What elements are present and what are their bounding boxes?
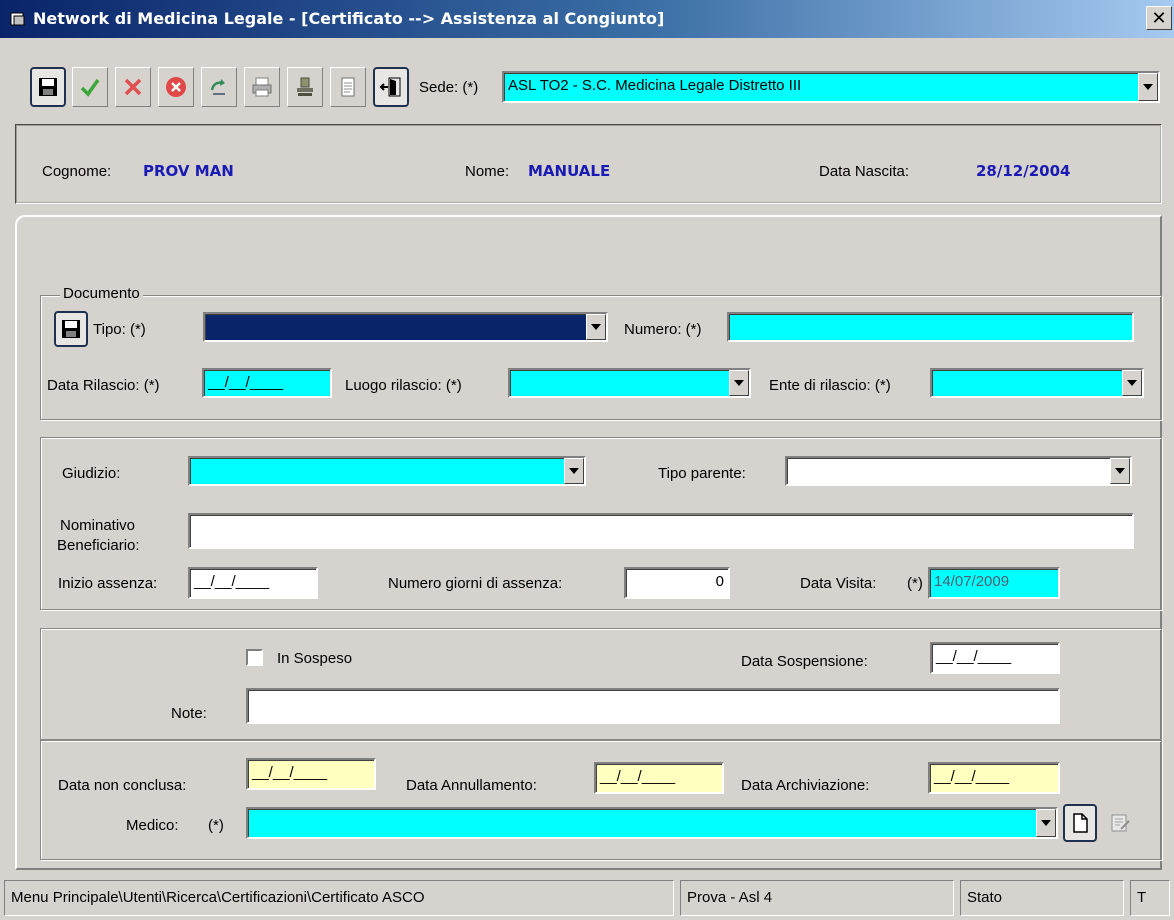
- ente-rilascio-label: Ente di rilascio: (*): [769, 377, 891, 394]
- sede-label: Sede: (*): [419, 79, 479, 96]
- nominativo-label-line2: Beneficiario:: [57, 537, 140, 554]
- refresh-button[interactable]: [201, 67, 237, 107]
- chevron-down-icon[interactable]: [1122, 370, 1142, 396]
- delete-stop-icon: [166, 77, 186, 97]
- save-icon: [39, 78, 57, 96]
- medico-edit-button[interactable]: [1104, 806, 1136, 840]
- confirm-check-icon: [80, 78, 100, 97]
- medico-required: (*): [208, 817, 224, 834]
- document-button[interactable]: [330, 67, 366, 107]
- data-non-conclusa-label: Data non conclusa:: [58, 777, 187, 794]
- nominativo-label-line1: Nominativo: [60, 517, 136, 534]
- delete-button[interactable]: [158, 67, 194, 107]
- giorni-assenza-label: Numero giorni di assenza:: [388, 575, 563, 592]
- edit-document-icon: [1111, 814, 1130, 832]
- exit-door-icon: [379, 77, 401, 97]
- title-bar: Network di Medicina Legale - [Certificat…: [0, 0, 1174, 38]
- cognome-label: Cognome:: [42, 163, 112, 180]
- cognome-value: PROV MAN: [143, 162, 234, 180]
- data-visita-label: Data Visita:: [800, 575, 877, 592]
- data-rilascio-input[interactable]: __/__/____: [202, 368, 332, 398]
- data-rilascio-label: Data Rilascio: (*): [47, 377, 160, 394]
- tipo-parente-label: Tipo parente:: [658, 465, 746, 482]
- nominativo-input[interactable]: [188, 513, 1134, 549]
- tipo-label: Tipo: (*): [93, 321, 146, 338]
- save-icon: [62, 320, 80, 338]
- data-nascita-label: Data Nascita:: [819, 163, 910, 180]
- refresh-icon: [210, 79, 225, 95]
- sede-value: ASL TO2 - S.C. Medicina Legale Distretto…: [508, 77, 802, 94]
- numero-input[interactable]: [727, 312, 1134, 342]
- tipo-select[interactable]: [203, 312, 608, 342]
- print-icon: [252, 77, 272, 97]
- data-visita-input[interactable]: 14/07/2009: [928, 567, 1060, 599]
- luogo-rilascio-select[interactable]: [508, 368, 751, 398]
- status-path: Menu Principale\Utenti\Ricerca\Certifica…: [4, 880, 674, 916]
- data-archiviazione-label: Data Archiviazione:: [741, 777, 870, 794]
- luogo-rilascio-label: Luogo rilascio: (*): [345, 377, 462, 394]
- status-user: Prova - Asl 4: [680, 880, 954, 916]
- giorni-assenza-input[interactable]: 0: [624, 567, 730, 599]
- chevron-down-icon[interactable]: [1110, 458, 1130, 484]
- chevron-down-icon[interactable]: [564, 458, 584, 484]
- chiusura-group: [40, 740, 1162, 860]
- data-annullamento-input[interactable]: __/__/____: [594, 762, 724, 794]
- app-icon: [10, 12, 25, 26]
- nome-value: MANUALE: [528, 162, 611, 180]
- document-icon: [341, 77, 355, 97]
- status-stato: Stato: [960, 880, 1124, 916]
- tipo-parente-select[interactable]: [785, 456, 1132, 486]
- cancel-button[interactable]: [115, 67, 151, 107]
- in-sospeso-label: In Sospeso: [277, 650, 353, 667]
- giudizio-label: Giudizio:: [62, 465, 121, 482]
- in-sospeso-checkbox[interactable]: [246, 649, 263, 666]
- new-document-icon: [1073, 813, 1088, 833]
- save-button[interactable]: [30, 67, 66, 107]
- nominativo-label: Nominativo Beneficiario:: [57, 516, 140, 556]
- note-label: Note:: [171, 705, 207, 722]
- inizio-assenza-input[interactable]: __/__/____: [188, 567, 318, 599]
- chevron-down-icon[interactable]: [1138, 73, 1158, 101]
- data-sospensione-input[interactable]: __/__/____: [930, 642, 1060, 674]
- data-non-conclusa-input[interactable]: __/__/____: [246, 758, 376, 790]
- chevron-down-icon[interactable]: [729, 370, 749, 396]
- data-nascita-value: 28/12/2004: [976, 162, 1071, 180]
- chevron-down-icon[interactable]: [586, 314, 606, 340]
- confirm-button[interactable]: [72, 67, 108, 107]
- data-annullamento-label: Data Annullamento:: [406, 777, 537, 794]
- window-title: Network di Medicina Legale - [Certificat…: [33, 9, 665, 28]
- medico-new-button[interactable]: [1063, 804, 1097, 842]
- nome-label: Nome:: [465, 163, 510, 180]
- print-button[interactable]: [244, 67, 280, 107]
- status-extra: T: [1130, 880, 1170, 916]
- stamp-button[interactable]: [287, 67, 323, 107]
- giudizio-select[interactable]: [188, 456, 586, 486]
- inizio-assenza-label: Inizio assenza:: [58, 575, 158, 592]
- data-visita-required: (*): [907, 575, 923, 592]
- chevron-down-icon[interactable]: [1036, 809, 1056, 837]
- exit-button[interactable]: [373, 67, 409, 107]
- status-bar: Menu Principale\Utenti\Ricerca\Certifica…: [0, 874, 1174, 920]
- data-sospensione-label: Data Sospensione:: [741, 653, 868, 670]
- numero-label: Numero: (*): [624, 321, 702, 338]
- note-input[interactable]: [246, 688, 1060, 724]
- medico-label: Medico:: [126, 817, 179, 834]
- stamp-icon: [297, 77, 313, 96]
- medico-select[interactable]: [246, 807, 1058, 839]
- sede-select[interactable]: ASL TO2 - S.C. Medicina Legale Distretto…: [502, 71, 1160, 103]
- cancel-x-icon: [124, 78, 142, 96]
- documento-save-button[interactable]: [54, 311, 88, 347]
- close-icon[interactable]: ✕: [1146, 6, 1172, 30]
- documento-legend: Documento: [60, 285, 143, 302]
- data-archiviazione-input[interactable]: __/__/____: [928, 762, 1060, 794]
- ente-rilascio-select[interactable]: [930, 368, 1144, 398]
